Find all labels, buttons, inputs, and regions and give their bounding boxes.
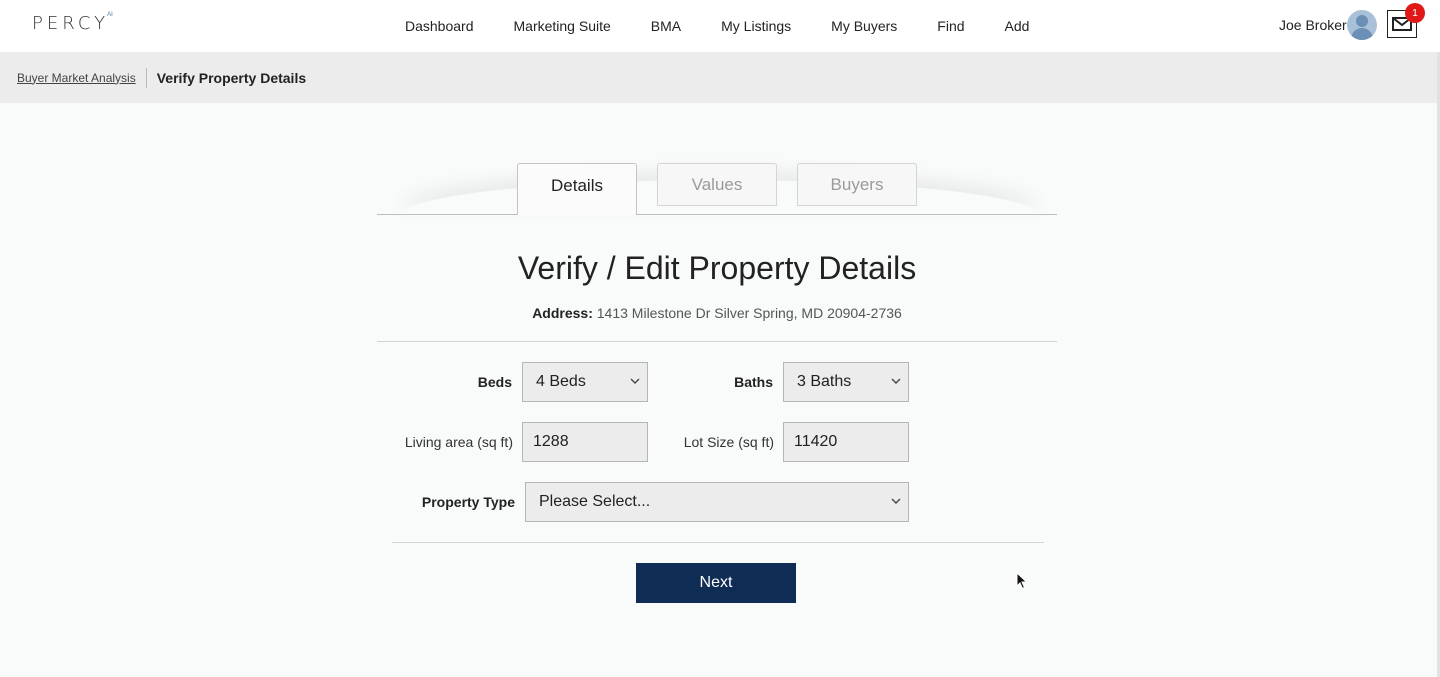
page-title: Verify / Edit Property Details (517, 250, 917, 286)
nav-my-listings[interactable]: My Listings (721, 18, 791, 34)
divider (377, 341, 1057, 342)
divider (392, 542, 1044, 543)
property-type-select-value: Please Select... (539, 493, 651, 510)
breadcrumb: Buyer Market Analysis Verify Property De… (0, 52, 1440, 103)
property-type-label: Property Type (421, 494, 515, 510)
baths-select-value: 3 Baths (797, 373, 852, 390)
chevron-down-icon (630, 378, 640, 384)
main-nav: Dashboard Marketing Suite BMA My Listing… (385, 0, 1049, 52)
tab-buyers[interactable]: Buyers (797, 163, 917, 206)
chevron-down-icon (891, 498, 901, 504)
chevron-down-icon (891, 378, 901, 384)
breadcrumb-separator (145, 67, 147, 88)
user-menu[interactable]: Joe Broker (1279, 10, 1377, 40)
property-type-select[interactable]: Please Select... (525, 482, 909, 522)
baths-label: Baths (734, 374, 773, 390)
address-label: Address: (532, 305, 593, 321)
lot-size-label: Lot Size (sq ft) (683, 434, 774, 450)
logo-superscript: AI (107, 12, 113, 18)
beds-select-value: 4 Beds (536, 373, 586, 390)
baths-select[interactable]: 3 Baths (783, 362, 909, 402)
nav-find[interactable]: Find (937, 18, 964, 34)
next-button[interactable]: Next (636, 563, 796, 603)
nav-bma[interactable]: BMA (651, 18, 681, 34)
tab-baseline (377, 214, 1057, 215)
property-address: Address: 1413 Milestone Dr Silver Spring… (377, 305, 1057, 321)
nav-marketing-suite[interactable]: Marketing Suite (514, 18, 611, 34)
lot-size-input[interactable]: 11420 (783, 422, 909, 462)
tab-details[interactable]: Details (517, 163, 637, 215)
living-area-label: Living area (sq ft) (404, 434, 513, 450)
avatar-icon (1346, 10, 1377, 40)
notification-badge: 1 (1405, 3, 1425, 23)
percy-logo[interactable]: PERCY AI (32, 12, 113, 36)
mouse-pointer-icon (1016, 572, 1028, 590)
nav-add[interactable]: Add (1005, 18, 1030, 34)
user-name: Joe Broker (1279, 17, 1347, 33)
tab-values[interactable]: Values (657, 163, 777, 206)
breadcrumb-current: Verify Property Details (156, 69, 307, 86)
lot-size-value: 11420 (794, 433, 838, 450)
breadcrumb-buyer-market-analysis[interactable]: Buyer Market Analysis (17, 71, 136, 85)
beds-select[interactable]: 4 Beds (522, 362, 648, 402)
beds-label: Beds (477, 374, 512, 390)
logo-text: PERCY (32, 13, 110, 34)
living-area-input[interactable]: 1288 (522, 422, 648, 462)
top-navigation-bar: PERCY AI Dashboard Marketing Suite BMA M… (0, 0, 1440, 52)
living-area-value: 1288 (533, 433, 569, 450)
nav-dashboard[interactable]: Dashboard (405, 18, 474, 34)
nav-my-buyers[interactable]: My Buyers (831, 18, 897, 34)
address-value: 1413 Milestone Dr Silver Spring, MD 2090… (596, 305, 902, 321)
